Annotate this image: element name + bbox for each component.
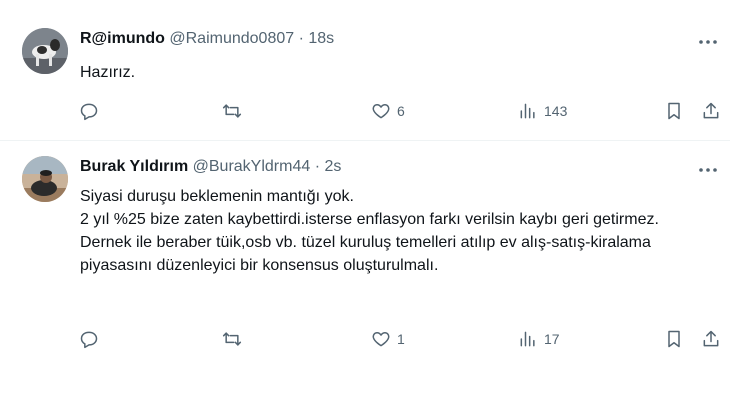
more-button[interactable] xyxy=(696,160,720,180)
avatar[interactable] xyxy=(22,156,68,202)
avatar-goat-image xyxy=(22,28,68,74)
views-button[interactable]: 17 xyxy=(518,327,560,351)
repost-icon xyxy=(222,104,242,118)
display-name[interactable]: Burak Yıldırım xyxy=(80,158,188,175)
reply-icon xyxy=(80,331,98,349)
views-count: 17 xyxy=(544,331,560,347)
views-icon xyxy=(520,103,535,119)
repost-icon xyxy=(222,332,242,346)
display-name[interactable]: R@imundo xyxy=(80,30,165,47)
like-count: 1 xyxy=(397,331,405,347)
like-count: 6 xyxy=(397,103,405,119)
tweet[interactable]: Burak Yıldırım @BurakYldrm44 · 2s Siyasi… xyxy=(0,141,730,420)
tweet[interactable]: R@imundo @Raimundo0807 · 18s Hazırız. 6 … xyxy=(0,0,730,140)
views-count: 143 xyxy=(544,103,568,119)
views-icon xyxy=(520,331,535,347)
share-icon xyxy=(703,330,719,347)
more-icon xyxy=(699,40,717,44)
more-button[interactable] xyxy=(696,32,720,52)
like-icon xyxy=(372,332,390,347)
repost-button[interactable] xyxy=(222,327,248,351)
tweet-actions: 6 143 xyxy=(0,99,730,123)
avatar-person-image xyxy=(22,156,68,202)
bookmark-icon xyxy=(668,102,680,120)
like-button[interactable]: 6 xyxy=(371,99,405,123)
share-button[interactable] xyxy=(701,327,721,351)
tweet-actions: 1 17 xyxy=(0,327,730,351)
reply-button[interactable] xyxy=(79,99,105,123)
reply-button[interactable] xyxy=(79,327,105,351)
separator-dot: · xyxy=(298,30,304,47)
tweet-text: Siyasi duruşu beklemenin mantığı yok. 2 … xyxy=(80,188,659,274)
user-handle[interactable]: @BurakYldrm44 xyxy=(193,158,311,175)
views-button[interactable]: 143 xyxy=(518,99,567,123)
timestamp[interactable]: 18s xyxy=(308,30,334,47)
repost-button[interactable] xyxy=(222,99,248,123)
more-icon xyxy=(699,168,717,172)
avatar[interactable] xyxy=(22,28,68,74)
bookmark-button[interactable] xyxy=(664,99,684,123)
like-button[interactable]: 1 xyxy=(371,327,405,351)
reply-icon xyxy=(80,103,98,121)
share-button[interactable] xyxy=(701,99,721,123)
user-handle[interactable]: @Raimundo0807 xyxy=(169,30,294,47)
bookmark-icon xyxy=(668,330,680,348)
timestamp[interactable]: 2s xyxy=(325,158,342,175)
share-icon xyxy=(703,102,719,119)
separator-dot: · xyxy=(314,158,321,175)
bookmark-button[interactable] xyxy=(664,327,684,351)
like-icon xyxy=(372,104,390,119)
tweet-header: Burak Yıldırım @BurakYldrm44 · 2s xyxy=(80,158,341,176)
tweet-text: Hazırız. xyxy=(80,64,136,81)
tweet-header: R@imundo @Raimundo0807 · 18s xyxy=(80,30,334,48)
